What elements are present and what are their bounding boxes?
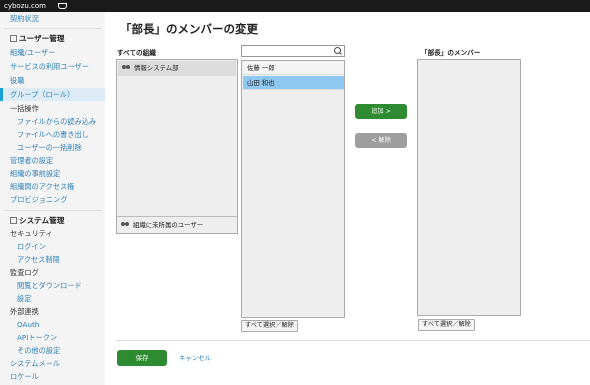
brand-logo[interactable]: cybozu.com [4,2,46,10]
sidebar-item-log-settings[interactable]: 設定 [0,292,105,305]
page-title: 「部長」のメンバーの変更 [120,22,258,36]
add-button[interactable]: 追加 > [355,104,407,119]
user-list: 佐藤 一郎 山田 和也 [241,60,345,318]
sidebar-item-export-file[interactable]: ファイルへの書き出し [0,128,105,141]
divider [116,340,590,341]
org-list: 情報システム部 組織に未所属のユーザー [116,59,238,234]
sidebar-item-login[interactable]: ログイン [0,240,105,253]
sidebar-item-bulk-operations: 一括操作 [10,104,39,113]
user-item-selected[interactable]: 山田 和也 [243,76,344,90]
system-management-icon [10,217,17,224]
sidebar: 契約状況 ユーザー管理 組織/ユーザー サービスの利用ユーザー 役職 グループ（… [0,12,105,385]
sidebar-item-admin-settings[interactable]: 管理者の設定 [0,154,105,167]
section-label: システム管理 [19,216,65,225]
org-item[interactable]: 情報システム部 [118,61,236,76]
sidebar-item-groups-roles[interactable]: グループ（ロール） [0,88,105,101]
search-icon[interactable] [334,47,342,55]
sidebar-item-provisioning[interactable]: プロビジョニング [0,193,105,206]
sidebar-item-oauth[interactable]: OAuth [0,318,105,331]
divider [4,210,102,211]
select-all-users-button[interactable]: すべて選択／解除 [241,320,298,332]
cup-icon [58,3,68,9]
group-icon [122,65,131,71]
sidebar-item-security: セキュリティ [10,229,53,238]
sidebar-item-org-users[interactable]: 組織/ユーザー [0,46,105,59]
sidebar-item-contract-status[interactable]: 契約状況 [0,12,105,25]
sidebar-item-bulk-delete-users[interactable]: ユーザーの一括削除 [0,141,105,154]
user-management-icon [10,35,17,42]
group-icon [121,222,130,228]
section-label: ユーザー管理 [19,34,65,43]
top-bar: cybozu.com [0,0,590,12]
unassigned-users-item[interactable]: 組織に未所属のユーザー [121,218,203,233]
sidebar-item-org-access[interactable]: 組織間のアクセス権 [0,180,105,193]
sidebar-section-system-management: システム管理 [0,214,105,227]
save-button[interactable]: 保存 [117,350,167,366]
user-item[interactable]: 佐藤 一郎 [243,61,344,75]
org-column-label: すべての組織 [117,49,156,57]
sidebar-section-user-management: ユーザー管理 [0,32,105,45]
cancel-link[interactable]: キャンセル [179,353,211,362]
members-column-label: 「部長」のメンバー [421,49,481,57]
sidebar-item-positions[interactable]: 役職 [0,74,105,87]
user-search-input[interactable] [241,45,345,57]
sidebar-item-locale[interactable]: ロケール [0,370,105,383]
sidebar-item-external-integration: 外部連携 [10,307,39,316]
sidebar-item-other-settings[interactable]: その他の設定 [0,344,105,357]
sidebar-item-view-download[interactable]: 閲覧とダウンロード [0,279,105,292]
sidebar-item-api-token[interactable]: APIトークン [0,331,105,344]
unassigned-users-label: 組織に未所属のユーザー [133,221,204,229]
sidebar-item-import-file[interactable]: ファイルからの読み込み [0,115,105,128]
remove-button[interactable]: < 解除 [355,133,407,148]
org-item-label: 情報システム部 [134,64,179,72]
divider [117,216,237,217]
sidebar-item-system-mail[interactable]: システムメール [0,357,105,370]
divider [4,28,102,29]
sidebar-item-service-users[interactable]: サービスの利用ユーザー [0,60,105,73]
select-all-members-button[interactable]: すべて選択／解除 [418,319,475,331]
sidebar-item-org-presettings[interactable]: 組織の事前設定 [0,167,105,180]
sidebar-item-access-restriction[interactable]: アクセス制限 [0,253,105,266]
sidebar-item-audit-log: 監査ログ [10,268,39,277]
members-list[interactable] [417,59,521,316]
